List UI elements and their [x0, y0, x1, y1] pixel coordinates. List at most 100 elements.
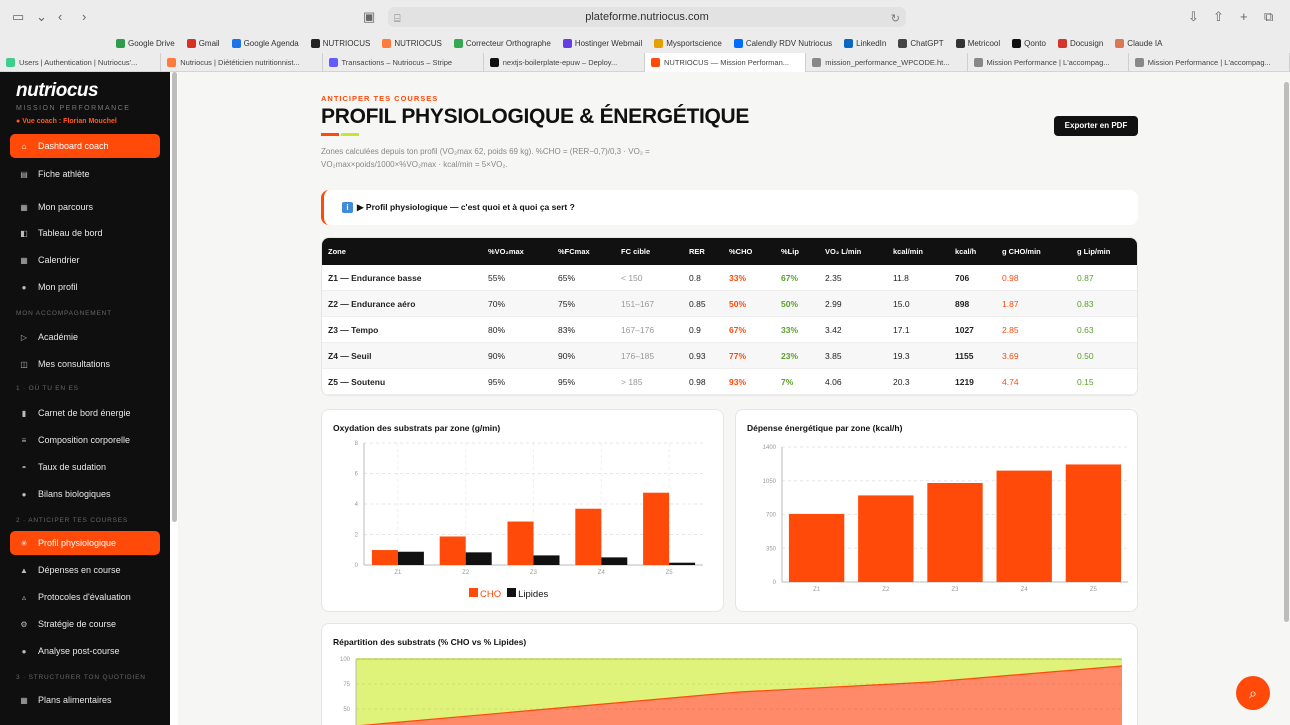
info-disclosure[interactable]: i ▶ Profil physiologique — c'est quoi et …: [321, 190, 1138, 225]
new-tab-icon[interactable]: +: [1240, 9, 1248, 24]
share-icon[interactable]: ⇧: [1213, 9, 1224, 25]
table-cell: 7%: [781, 376, 794, 387]
bookmark-label: NUTRIOCUS: [394, 38, 442, 48]
sidebar-item[interactable]: ◧ Tableau de bord: [10, 221, 160, 245]
bookmark-item[interactable]: Google Drive: [116, 38, 175, 48]
sidebar-item[interactable]: ⌂ Dashboard coach: [10, 134, 160, 158]
y-tick-label: 2: [355, 533, 359, 539]
bookmark-item[interactable]: ChatGPT: [898, 38, 944, 48]
site-settings-icon[interactable]: ⌸: [394, 9, 401, 29]
tab-overview-icon[interactable]: ⧉: [1264, 9, 1273, 25]
sidebar-item-icon: ▮: [21, 408, 27, 418]
bookmark-item[interactable]: NUTRIOCUS: [310, 38, 371, 48]
sidebar-item-label: Bilans biologiques: [38, 489, 111, 499]
y-tick-label: 75: [343, 682, 350, 688]
bookmark-favicon-icon: [844, 38, 854, 48]
sidebar-item[interactable]: ▲ Dépenses en course: [10, 558, 160, 582]
reload-icon[interactable]: ↻: [891, 9, 900, 29]
chevron-down-icon[interactable]: ⌄: [36, 9, 47, 25]
browser-tab[interactable]: mission_performance_WPCODE.ht...: [806, 53, 968, 72]
extension-icon[interactable]: ▣: [363, 9, 375, 25]
bookmark-label: Claude IA: [1127, 38, 1163, 48]
sidebar-item-label: Mes consultations: [38, 359, 111, 369]
bookmark-item[interactable]: Google Agenda: [231, 38, 299, 48]
bookmark-item[interactable]: Docusign: [1057, 38, 1103, 48]
url-bar[interactable]: ⌸ plateforme.nutriocus.com ↻: [388, 7, 906, 27]
browser-tab[interactable]: Nutriocus | Diététicien nutritionnist...: [161, 53, 323, 72]
bookmark-item[interactable]: Correcteur Orthographe: [453, 38, 551, 48]
sidebar-item[interactable]: ▵ Protocoles d'évaluation: [10, 585, 160, 609]
sidebar-item-label: Protocoles d'évaluation: [38, 592, 131, 602]
sidebar-item[interactable]: ≡ Composition corporelle: [10, 428, 160, 452]
sidebar-item[interactable]: ▮ Carnet de bord énergie: [10, 401, 160, 425]
tab-label: Mission Performance | L'accompag...: [1147, 58, 1271, 67]
sidebar-item[interactable]: ● Analyse post-course: [10, 639, 160, 663]
sidebar-item[interactable]: ▦ Mon parcours: [10, 195, 160, 219]
sidebar-item-label: Tableau de bord: [38, 228, 103, 238]
bar-lipides-z5: [669, 562, 696, 565]
sidebar-toggle-icon[interactable]: ▭: [12, 9, 24, 25]
sidebar-item[interactable]: ◫ Mes consultations: [10, 352, 160, 376]
back-icon[interactable]: ‹: [58, 9, 62, 24]
browser-tab[interactable]: Transactions – Nutriocus – Stripe: [323, 53, 484, 72]
sidebar-item[interactable]: ◓ Taux de sudation: [10, 455, 160, 479]
sidebar-section-label: 2 · ANTICIPER TES COURSES: [16, 517, 128, 524]
table-header-cell: %FCmax: [558, 247, 590, 256]
bookmark-item[interactable]: Metricool: [955, 38, 1000, 48]
browser-tab[interactable]: nextjs-boilerplate-epuw – Deploy...: [484, 53, 645, 72]
y-tick-label: 1400: [763, 445, 777, 451]
table-cell: 3.69: [1002, 350, 1019, 361]
sidebar-item-label: Carnet de bord énergie: [38, 408, 131, 418]
browser-tab[interactable]: Users | Authentication | Nutriocus'...: [0, 53, 162, 72]
sidebar-item-label: Composition corporelle: [38, 435, 131, 445]
bar-cho-z1: [371, 550, 398, 565]
main-scrollbar[interactable]: [1284, 82, 1289, 622]
sidebar-item[interactable]: ▷ Académie: [10, 325, 160, 349]
table-cell: 1155: [955, 350, 974, 361]
table-cell: 70%: [488, 298, 506, 309]
sidebar-item-label: Mon parcours: [38, 202, 94, 212]
table-cell: 15.0: [893, 298, 910, 309]
download-icon[interactable]: ⇩: [1188, 9, 1199, 25]
y-tick-label: 100: [340, 657, 351, 663]
bookmark-item[interactable]: NUTRIOCUS: [382, 38, 442, 48]
bookmark-item[interactable]: Mysportscience: [654, 38, 722, 48]
sidebar-item-icon: ●: [21, 489, 27, 499]
tab-label: Nutriocus | Diététicien nutritionnist...: [180, 58, 300, 67]
browser-tab[interactable]: NUTRIOCUS — Mission Performan...: [645, 53, 807, 72]
sidebar-item[interactable]: ● Bilans biologiques: [10, 482, 160, 506]
y-tick-label: 6: [355, 472, 359, 478]
tab-label: NUTRIOCUS — Mission Performan...: [664, 58, 790, 67]
sidebar-item-label: Calendrier: [38, 255, 80, 265]
sidebar-item-label: Dépenses en course: [38, 565, 121, 575]
sidebar-item[interactable]: ▦ Plans alimentaires: [10, 688, 160, 712]
sidebar-item-icon: ▦: [20, 202, 28, 212]
browser-tab[interactable]: Mission Performance | L'accompag...: [968, 53, 1129, 72]
table-cell: 706: [955, 272, 970, 283]
energy-chart-card: Dépense énergétique par zone (kcal/h) 03…: [735, 409, 1138, 612]
search-fab[interactable]: ⌕: [1236, 676, 1270, 710]
table-cell: 95%: [488, 376, 506, 387]
table-cell: 95%: [558, 376, 576, 387]
forward-icon[interactable]: ›: [82, 9, 86, 24]
tab-favicon-icon: [328, 58, 338, 67]
bookmark-item[interactable]: Hostinger Webmail: [562, 38, 642, 48]
browser-tab[interactable]: Mission Performance | L'accompag...: [1129, 53, 1290, 72]
bookmark-item[interactable]: Gmail: [186, 38, 220, 48]
bookmark-item[interactable]: Calendly RDV Nutriocus: [733, 38, 832, 48]
bookmark-item[interactable]: Claude IA: [1115, 38, 1163, 48]
bookmark-item[interactable]: LinkedIn: [844, 38, 886, 48]
sidebar-item[interactable]: ✳ Profil physiologique: [10, 531, 160, 555]
bookmark-item[interactable]: Qonto: [1012, 38, 1046, 48]
sidebar-item[interactable]: ● Mon profil: [10, 275, 160, 299]
sidebar-item[interactable]: ▦ Calendrier: [10, 248, 160, 272]
bookmark-favicon-icon: [562, 38, 572, 48]
sidebar-item[interactable]: ⚙ Stratégie de course: [10, 612, 160, 636]
bookmark-label: Qonto: [1024, 38, 1046, 48]
bookmark-label: NUTRIOCUS: [322, 38, 371, 48]
url-text: plateforme.nutriocus.com: [585, 11, 709, 23]
sidebar-scrollbar[interactable]: [172, 72, 177, 522]
sidebar-item-icon: ▷: [20, 332, 28, 342]
sidebar-item[interactable]: ▤ Fiche athlète: [10, 162, 160, 186]
export-pdf-button[interactable]: Exporter en PDF: [1054, 116, 1138, 136]
